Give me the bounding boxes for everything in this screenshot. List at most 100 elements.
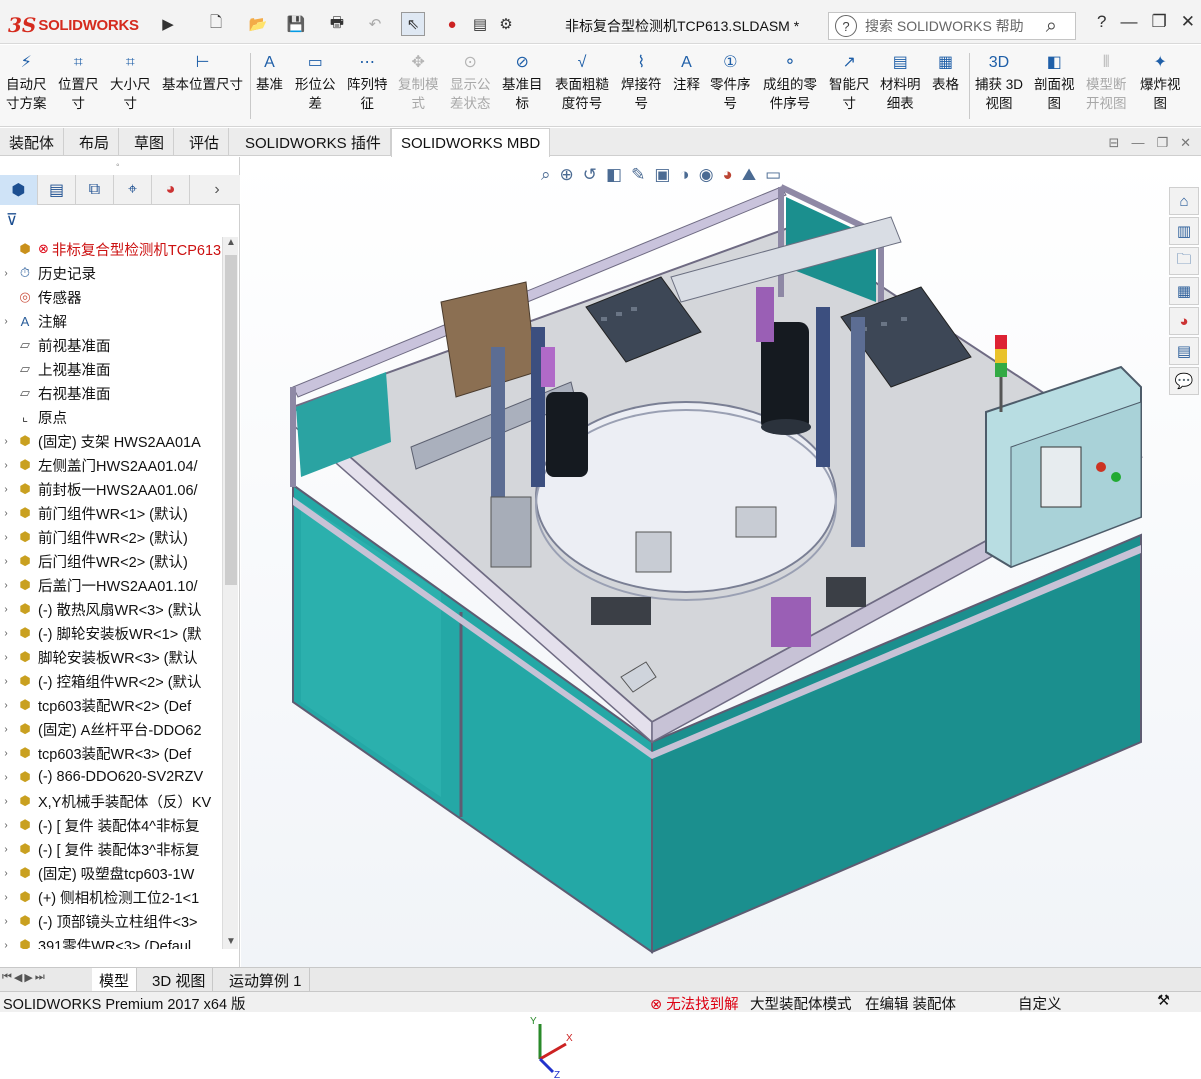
- tree-node[interactable]: › ⬢ 后门组件WR<2> (默认): [0, 549, 222, 573]
- expand-arrow-icon[interactable]: ›: [0, 844, 12, 855]
- solidworks-logo[interactable]: 3S SOLIDWORKS: [8, 10, 156, 40]
- search-input[interactable]: 搜索 SOLIDWORKS 帮助: [865, 16, 1046, 36]
- tree-node[interactable]: ▱ 右视基准面: [0, 381, 222, 405]
- tree-node[interactable]: ◎ 传感器: [0, 285, 222, 309]
- display-manager-tab-icon[interactable]: ◕: [152, 175, 190, 205]
- tree-node[interactable]: › ⬢ X,Y机械手装配体（反）KV: [0, 789, 222, 813]
- tree-node[interactable]: › A 注解: [0, 309, 222, 333]
- bottom-tab-2[interactable]: 运动算例 1: [222, 968, 310, 992]
- cmd-tolerance-status-button[interactable]: ⊙ 显示公 差状态: [450, 51, 491, 113]
- cmd-bom-button[interactable]: ▤ 材料明 细表: [880, 51, 921, 113]
- tab-1[interactable]: 布局: [70, 128, 120, 156]
- panel-splitter-grip[interactable]: ◦: [116, 160, 120, 171]
- expand-arrow-icon[interactable]: ›: [0, 772, 12, 783]
- expand-arrow-icon[interactable]: ›: [0, 676, 12, 687]
- help-menu-icon[interactable]: ?: [1097, 12, 1106, 32]
- cmd-copy-scheme-button[interactable]: ✥ 复制模式: [398, 51, 439, 113]
- expand-arrow-icon[interactable]: ›: [0, 892, 12, 903]
- tree-node[interactable]: › ⬢ 后盖门一HWS2AA01.10/: [0, 573, 222, 597]
- cmd-smart-dimension-button[interactable]: ↗ 智能尺寸: [829, 51, 870, 113]
- cmd-basic-location-dimension-button[interactable]: ⊢ 基本位置尺寸: [162, 51, 243, 94]
- tree-node[interactable]: › ⬢ (-) 散热风扇WR<3> (默认: [0, 597, 222, 621]
- tab-0[interactable]: 装配体: [0, 128, 65, 156]
- open-document-icon[interactable]: 📂: [246, 12, 270, 36]
- tree-node[interactable]: › ⬢ 前门组件WR<1> (默认): [0, 501, 222, 525]
- graphics-area[interactable]: ⌕ ⊕ ↺ ◧ ✎ ▣ ◑ ◉ ◕ ⛰ ▭ ⊟ — ❐ ✕ ⌂ ▥ 🗀 ▦ ◕ …: [241, 135, 1201, 1079]
- cmd-location-dimension-button[interactable]: ⌗ 位置尺寸: [58, 51, 99, 113]
- tree-node[interactable]: ⌞ 原点: [0, 405, 222, 429]
- cmd-weld-symbol-button[interactable]: ⌇ 焊接符号: [621, 51, 662, 113]
- dimxpert-tab-icon[interactable]: ⌖: [114, 175, 152, 205]
- file-explorer-icon[interactable]: 🗀: [1169, 247, 1199, 275]
- expand-arrow-icon[interactable]: ›: [0, 628, 12, 639]
- configuration-manager-tab-icon[interactable]: ⧉: [76, 175, 114, 205]
- cmd-geometric-tolerance-button[interactable]: ▭ 形位公差: [295, 51, 336, 113]
- tree-node[interactable]: › ⬢ (固定) A丝杆平台-DDO62: [0, 717, 222, 741]
- property-manager-tab-icon[interactable]: ▤: [38, 175, 76, 205]
- cmd-stacked-balloon-button[interactable]: ⚬ 成组的零 件序号: [763, 51, 817, 113]
- forum-icon[interactable]: 💬: [1169, 367, 1199, 395]
- tree-node[interactable]: › ⬢ 左侧盖门HWS2AA01.04/: [0, 453, 222, 477]
- expand-arrow-icon[interactable]: ›: [0, 508, 12, 519]
- cmd-table-button[interactable]: ▦ 表格: [932, 51, 959, 94]
- tree-node[interactable]: › ⬢ (-) 866-DDO620-SV2RZV: [0, 765, 222, 789]
- tree-node[interactable]: › ⬢ 391零件WR<3> (Defaul: [0, 933, 222, 949]
- custom-properties-icon[interactable]: ▤: [1169, 337, 1199, 365]
- expand-arrow-icon[interactable]: ›: [0, 748, 12, 759]
- view-palette-icon[interactable]: ▦: [1169, 277, 1199, 305]
- expand-arrow-icon[interactable]: ›: [0, 436, 12, 447]
- cmd-capture-3d-view-button[interactable]: 3D 捕获 3D 视图: [975, 51, 1023, 113]
- expand-arrow-icon[interactable]: ›: [0, 556, 12, 567]
- save-icon[interactable]: 💾: [284, 12, 308, 36]
- filter-icon[interactable]: ⊽: [6, 210, 18, 230]
- expand-arrow-icon[interactable]: ›: [0, 796, 12, 807]
- appearances-icon[interactable]: ◕: [1169, 307, 1199, 335]
- cmd-datum-target-button[interactable]: ⊘ 基准目标: [502, 51, 543, 113]
- minimize-button[interactable]: —: [1121, 12, 1138, 32]
- tree-vertical-scrollbar[interactable]: ▲ ▼: [222, 237, 238, 949]
- search-help-box[interactable]: ? 搜索 SOLIDWORKS 帮助 ⌕: [828, 12, 1076, 40]
- viewport-minimize-icon[interactable]: —: [1131, 135, 1144, 151]
- expand-arrow-icon[interactable]: ›: [0, 268, 12, 279]
- prev-tab-icon[interactable]: ◀: [14, 971, 22, 984]
- tree-node[interactable]: › ⬢ (固定) 吸塑盘tcp603-1W: [0, 861, 222, 885]
- viewport-close-icon[interactable]: ✕: [1180, 135, 1191, 151]
- tree-node[interactable]: › ⬢ tcp603装配WR<3> (Def: [0, 741, 222, 765]
- cmd-exploded-view-button[interactable]: ✦ 爆炸视图: [1140, 51, 1181, 113]
- tree-node[interactable]: › ⬢ (-) [ 复件 装配体4^非标复: [0, 813, 222, 837]
- tree-node[interactable]: › ⬢ 脚轮安装板WR<3> (默认: [0, 645, 222, 669]
- design-library-icon[interactable]: ▥: [1169, 217, 1199, 245]
- tree-node[interactable]: › ⬢ (+) 侧相机检测工位2-1<1: [0, 885, 222, 909]
- cmd-auto-dimension-button[interactable]: ⚡ 自动尺 寸方案: [6, 51, 47, 113]
- tree-node[interactable]: › ⬢ (-) 控箱组件WR<2> (默认: [0, 669, 222, 693]
- tab-2[interactable]: 草图: [125, 128, 175, 156]
- expand-arrow-icon[interactable]: ›: [0, 604, 12, 615]
- file-properties-icon[interactable]: ▤: [470, 12, 490, 36]
- expand-arrow-icon[interactable]: ›: [0, 484, 12, 495]
- search-icon[interactable]: ⌕: [1046, 15, 1057, 38]
- expand-arrow-icon[interactable]: ›: [0, 532, 12, 543]
- undo-icon[interactable]: ↶: [363, 12, 387, 36]
- print-icon[interactable]: 🖶: [325, 12, 349, 36]
- tree-node[interactable]: ▱ 前视基准面: [0, 333, 222, 357]
- split-viewport-icon[interactable]: ⊟: [1109, 135, 1120, 151]
- bottom-tab-0[interactable]: 模型: [92, 968, 138, 992]
- cmd-size-dimension-button[interactable]: ⌗ 大小尺寸: [110, 51, 151, 113]
- tree-node[interactable]: › ⬢ (固定) 支架 HWS2AA01A: [0, 429, 222, 453]
- cmd-pattern-feature-button[interactable]: ⋯ 阵列特征: [347, 51, 388, 113]
- expand-arrow-icon[interactable]: ›: [0, 316, 12, 327]
- options-gear-icon[interactable]: ⚙: [496, 12, 516, 36]
- tab-4[interactable]: SOLIDWORKS 插件: [236, 128, 391, 156]
- restore-button[interactable]: ❐: [1152, 12, 1167, 32]
- bottom-tab-1[interactable]: 3D 视图: [145, 968, 214, 992]
- tabs-scroll-right-icon[interactable]: ›: [198, 175, 236, 205]
- expand-arrow-icon[interactable]: ›: [0, 460, 12, 471]
- tree-root[interactable]: ⬢ ⊗ 非标复合型检测机TCP613: [0, 237, 222, 261]
- units-custom[interactable]: 自定义: [1018, 993, 1062, 1014]
- tree-node[interactable]: ▱ 上视基准面: [0, 357, 222, 381]
- first-tab-icon[interactable]: ⏮: [2, 971, 12, 984]
- tree-node[interactable]: › ⬢ tcp603装配WR<2> (Def: [0, 693, 222, 717]
- tree-node[interactable]: › ⏱ 历史记录: [0, 261, 222, 285]
- scroll-down-icon[interactable]: ▼: [226, 936, 236, 947]
- tree-node[interactable]: › ⬢ (-) 脚轮安装板WR<1> (默: [0, 621, 222, 645]
